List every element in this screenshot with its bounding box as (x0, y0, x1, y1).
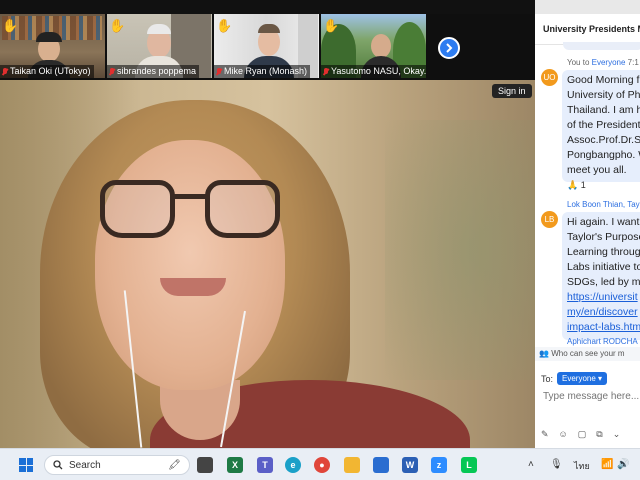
participant-thumbnail[interactable]: ✋ sibrandes poppema (107, 14, 212, 78)
taskbar-search[interactable]: Search 🖍 (44, 455, 190, 475)
edge-icon[interactable]: e (285, 457, 301, 473)
teams-icon[interactable]: T (257, 457, 273, 473)
visibility-notice: 👥 Who can see your m (535, 347, 640, 361)
message-sender: Lok Boon Thian, Tay (567, 200, 640, 209)
chat-message-bubble: Good Morning f University of Ph Thailand… (562, 70, 640, 182)
avatar: UO (541, 69, 558, 86)
excel-icon[interactable]: X (227, 457, 243, 473)
recipient-selector: To: Everyone ▾ (541, 372, 608, 385)
store-icon[interactable] (373, 457, 389, 473)
previous-message-bubble (563, 42, 640, 50)
message-line: of the President (567, 119, 640, 131)
raised-hand-icon: ✋ (216, 18, 233, 33)
chat-panel: University Presidents M UO You to Everyo… (535, 14, 640, 448)
screenshot-icon[interactable]: ⧉ (596, 429, 602, 440)
reaction-badge[interactable]: 🙏 1 (567, 180, 586, 191)
search-highlight-icon: 🖍 (168, 459, 181, 471)
language-indicator[interactable]: ไทย (574, 459, 590, 473)
wifi-icon[interactable]: 📶 (601, 459, 613, 470)
more-icon[interactable]: ⌄ (613, 429, 621, 440)
chevron-down-icon: ▾ (598, 374, 603, 383)
message-line: Good Morning f (567, 74, 640, 86)
raised-hand-icon: ✋ (323, 18, 340, 33)
muted-mic-icon (2, 67, 8, 76)
message-line: Learning throug (567, 246, 640, 258)
speaker-icon[interactable]: 🔊 (617, 459, 629, 470)
message-line: Taylor's Purpose (567, 231, 640, 243)
microphone-icon[interactable]: 🎙 (550, 459, 563, 470)
people-icon: 👥 (539, 349, 549, 358)
message-line: Thailand. I am h (567, 104, 640, 116)
message-link[interactable]: impact-labs.htm (567, 320, 640, 335)
video-area: ✋ Taikan Oki (UTokyo) ✋ sibrandes poppem… (0, 0, 535, 448)
message-link[interactable]: https://universit (567, 290, 640, 305)
format-icon[interactable]: ✎ (541, 429, 549, 440)
recipient-link[interactable]: Everyone (592, 58, 626, 67)
message-line: Assoc.Prof.Dr.Su (567, 134, 640, 146)
task-view-icon[interactable] (197, 457, 213, 473)
next-page-button[interactable] (438, 37, 460, 59)
chat-message-bubble: Hi again. I want Taylor's Purpose Learni… (562, 212, 640, 340)
participant-thumbnail[interactable]: ✋ Mike Ryan (Monash) (214, 14, 319, 78)
message-sender: Aphichart RODCHA (567, 337, 638, 346)
chevron-right-icon (446, 43, 453, 53)
file-icon[interactable]: ▢ (578, 429, 587, 440)
taskbar: Search 🖍 X T e ● W z L ˄ 🎙 ไทย 📶 🔊 (0, 448, 640, 480)
background-blur (385, 120, 535, 380)
search-icon (53, 460, 63, 470)
participant-name-label: Mike Ryan (Monash) (214, 65, 311, 78)
message-line: meet you all. (567, 164, 627, 176)
zoom-icon[interactable]: z (431, 457, 447, 473)
chat-toolbar: ✎ ☺ ▢ ⧉ ⌄ (541, 429, 620, 440)
chat-title: University Presidents M (543, 24, 640, 34)
participant-thumbnail[interactable]: ✋ Yasutomo NASU, Okay... (321, 14, 426, 78)
chrome-icon[interactable]: ● (314, 457, 330, 473)
raised-hand-icon: ✋ (2, 18, 19, 33)
active-speaker-video (0, 80, 535, 448)
avatar: LB (541, 211, 558, 228)
message-input[interactable] (543, 391, 640, 402)
recipient-dropdown[interactable]: Everyone ▾ (557, 372, 608, 385)
message-line: Labs initiative to (567, 261, 640, 273)
file-explorer-icon[interactable] (344, 457, 360, 473)
speaker-glasses (100, 180, 280, 242)
participant-name-label: sibrandes poppema (107, 65, 200, 78)
message-line: University of Ph (567, 89, 640, 101)
muted-mic-icon (216, 67, 222, 76)
speaker-mouth (160, 278, 226, 296)
sign-in-button[interactable]: Sign in (492, 84, 532, 98)
message-line: Hi again. I want (567, 216, 640, 228)
to-label: To: (541, 373, 554, 384)
participant-thumbnail[interactable]: ✋ Taikan Oki (UTokyo) (0, 14, 105, 78)
participant-name-label: Yasutomo NASU, Okay... (321, 65, 426, 78)
message-meta: You to Everyone 7:1 (567, 58, 639, 67)
speaker-face (95, 140, 285, 390)
emoji-icon[interactable]: ☺ (559, 429, 568, 440)
raised-hand-icon: ✋ (109, 18, 126, 33)
message-line: Pongbangpho. W (567, 149, 640, 161)
muted-mic-icon (109, 67, 115, 76)
muted-mic-icon (323, 67, 329, 76)
message-line: SDGs, led by my (567, 276, 640, 288)
line-icon[interactable]: L (461, 457, 477, 473)
windows-start-icon[interactable] (19, 458, 33, 472)
message-link[interactable]: my/en/discover (567, 305, 640, 320)
chevron-up-icon[interactable]: ˄ (528, 459, 534, 470)
word-icon[interactable]: W (402, 457, 418, 473)
participant-name-label: Taikan Oki (UTokyo) (0, 65, 94, 78)
